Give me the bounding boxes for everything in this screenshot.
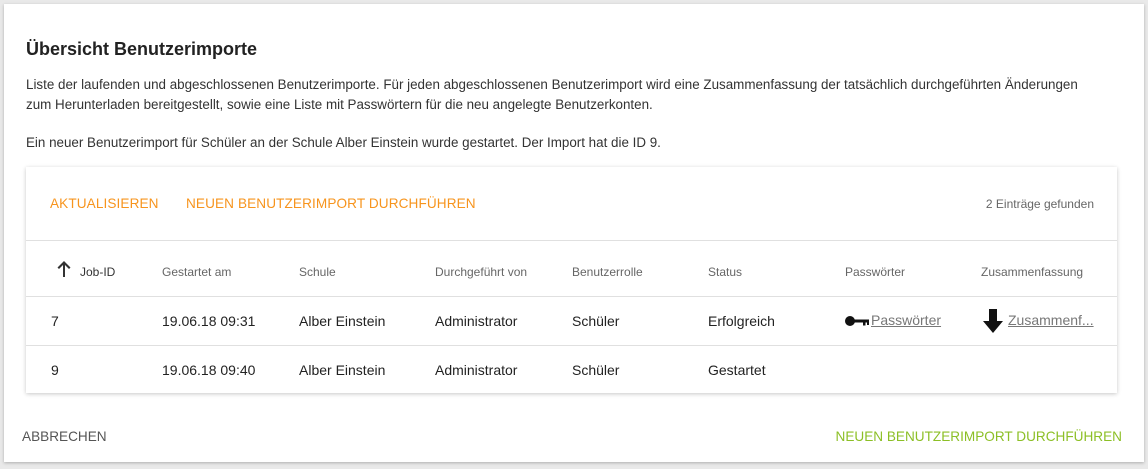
entries-count: 2 Einträge gefunden bbox=[985, 197, 1094, 211]
key-icon[interactable] bbox=[844, 315, 870, 327]
import-overview-dialog: Übersicht Benutzerimporte Liste der lauf… bbox=[4, 4, 1144, 462]
cell-performed-by: Administrator bbox=[435, 362, 518, 378]
column-header-status[interactable]: Status bbox=[708, 265, 742, 279]
table-row: 7 19.06.18 09:31 Alber Einstein Administ… bbox=[26, 297, 1117, 346]
column-header-user-role[interactable]: Benutzerrolle bbox=[572, 265, 643, 279]
arrow-up-icon[interactable] bbox=[56, 260, 72, 278]
cell-started: 19.06.18 09:31 bbox=[162, 313, 256, 329]
download-arrow-icon[interactable] bbox=[982, 308, 1004, 334]
column-header-started[interactable]: Gestartet am bbox=[162, 265, 231, 279]
cell-user-role: Schüler bbox=[572, 313, 620, 329]
cell-job-id: 9 bbox=[51, 362, 59, 378]
cell-status: Gestartet bbox=[708, 362, 766, 378]
column-header-school[interactable]: Schule bbox=[299, 265, 336, 279]
refresh-button[interactable]: AKTUALISIEREN bbox=[50, 196, 159, 211]
cell-started: 19.06.18 09:40 bbox=[162, 362, 256, 378]
cell-job-id: 7 bbox=[51, 313, 59, 329]
new-import-button[interactable]: NEUEN BENUTZERIMPORT DURCHFÜHREN bbox=[836, 429, 1123, 444]
table-row: 9 19.06.18 09:40 Alber Einstein Administ… bbox=[26, 346, 1117, 394]
new-import-toolbar-button[interactable]: NEUEN BENUTZERIMPORT DURCHFÜHREN bbox=[186, 196, 476, 211]
cell-user-role: Schüler bbox=[572, 362, 620, 378]
grid-toolbar: AKTUALISIEREN NEUEN BENUTZERIMPORT DURCH… bbox=[26, 167, 1117, 241]
column-header-summary[interactable]: Zusammenfassung bbox=[981, 265, 1083, 279]
dialog-description: Liste der laufenden und abgeschlossenen … bbox=[26, 77, 1078, 112]
cell-performed-by: Administrator bbox=[435, 313, 518, 329]
summary-download-link[interactable]: Zusammenf... bbox=[1008, 312, 1094, 328]
passwords-download-link[interactable]: Passwörter bbox=[871, 312, 941, 328]
import-started-notice: Ein neuer Benutzerimport für Schüler an … bbox=[26, 135, 661, 150]
cell-school: Alber Einstein bbox=[299, 362, 386, 378]
cancel-button[interactable]: ABBRECHEN bbox=[22, 429, 107, 444]
table-header: Job-ID Gestartet am Schule Durchgeführt … bbox=[26, 241, 1117, 297]
dialog-title: Übersicht Benutzerimporte bbox=[26, 39, 258, 59]
column-header-performed-by[interactable]: Durchgeführt von bbox=[435, 265, 527, 279]
import-jobs-grid: AKTUALISIEREN NEUEN BENUTZERIMPORT DURCH… bbox=[26, 167, 1117, 393]
cell-school: Alber Einstein bbox=[299, 313, 386, 329]
cell-status: Erfolgreich bbox=[708, 313, 775, 329]
column-header-passwords[interactable]: Passwörter bbox=[845, 265, 905, 279]
column-header-job-id[interactable]: Job-ID bbox=[80, 265, 115, 279]
